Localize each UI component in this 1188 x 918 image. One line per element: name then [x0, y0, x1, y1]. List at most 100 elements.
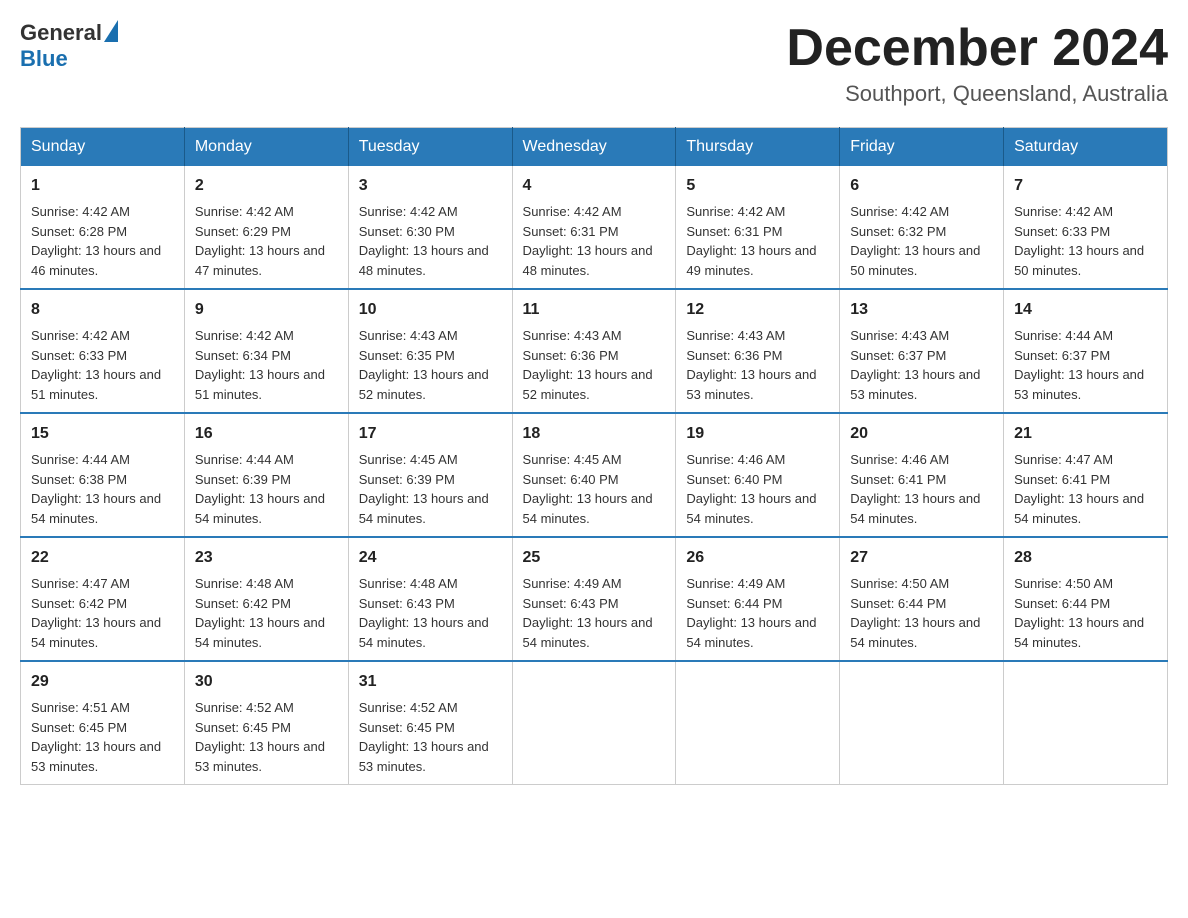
sunrise-text: Sunrise: 4:44 AM: [1014, 328, 1113, 343]
daylight-text: Daylight: 13 hours and 53 minutes.: [359, 739, 489, 774]
day-number: 6: [850, 174, 993, 198]
calendar-cell: 30Sunrise: 4:52 AMSunset: 6:45 PMDayligh…: [184, 661, 348, 785]
sunset-text: Sunset: 6:42 PM: [31, 596, 127, 611]
sunset-text: Sunset: 6:45 PM: [195, 720, 291, 735]
sunset-text: Sunset: 6:44 PM: [686, 596, 782, 611]
daylight-text: Daylight: 13 hours and 46 minutes.: [31, 243, 161, 278]
calendar-week-row: 8Sunrise: 4:42 AMSunset: 6:33 PMDaylight…: [21, 289, 1168, 413]
location-subtitle: Southport, Queensland, Australia: [786, 81, 1168, 107]
day-number: 7: [1014, 174, 1157, 198]
daylight-text: Daylight: 13 hours and 51 minutes.: [31, 367, 161, 402]
day-number: 4: [523, 174, 666, 198]
logo: General Blue: [20, 20, 118, 72]
daylight-text: Daylight: 13 hours and 48 minutes.: [523, 243, 653, 278]
calendar-header-friday: Friday: [840, 128, 1004, 167]
calendar-header-wednesday: Wednesday: [512, 128, 676, 167]
sunrise-text: Sunrise: 4:43 AM: [850, 328, 949, 343]
sunset-text: Sunset: 6:28 PM: [31, 224, 127, 239]
calendar-cell: 17Sunrise: 4:45 AMSunset: 6:39 PMDayligh…: [348, 413, 512, 537]
day-number: 12: [686, 298, 829, 322]
daylight-text: Daylight: 13 hours and 54 minutes.: [195, 491, 325, 526]
daylight-text: Daylight: 13 hours and 53 minutes.: [850, 367, 980, 402]
sunset-text: Sunset: 6:43 PM: [523, 596, 619, 611]
sunset-text: Sunset: 6:37 PM: [850, 348, 946, 363]
day-number: 19: [686, 422, 829, 446]
daylight-text: Daylight: 13 hours and 51 minutes.: [195, 367, 325, 402]
day-number: 27: [850, 546, 993, 570]
day-number: 15: [31, 422, 174, 446]
calendar-cell: 5Sunrise: 4:42 AMSunset: 6:31 PMDaylight…: [676, 166, 840, 289]
day-number: 26: [686, 546, 829, 570]
calendar-cell: 28Sunrise: 4:50 AMSunset: 6:44 PMDayligh…: [1004, 537, 1168, 661]
sunset-text: Sunset: 6:35 PM: [359, 348, 455, 363]
calendar-header-tuesday: Tuesday: [348, 128, 512, 167]
calendar-header-monday: Monday: [184, 128, 348, 167]
calendar-cell: 19Sunrise: 4:46 AMSunset: 6:40 PMDayligh…: [676, 413, 840, 537]
daylight-text: Daylight: 13 hours and 54 minutes.: [523, 491, 653, 526]
calendar-cell: 2Sunrise: 4:42 AMSunset: 6:29 PMDaylight…: [184, 166, 348, 289]
day-number: 3: [359, 174, 502, 198]
sunset-text: Sunset: 6:30 PM: [359, 224, 455, 239]
sunrise-text: Sunrise: 4:44 AM: [195, 452, 294, 467]
daylight-text: Daylight: 13 hours and 54 minutes.: [31, 615, 161, 650]
sunset-text: Sunset: 6:41 PM: [850, 472, 946, 487]
calendar-cell: 9Sunrise: 4:42 AMSunset: 6:34 PMDaylight…: [184, 289, 348, 413]
logo-triangle-icon: [104, 20, 118, 42]
sunset-text: Sunset: 6:38 PM: [31, 472, 127, 487]
daylight-text: Daylight: 13 hours and 53 minutes.: [1014, 367, 1144, 402]
sunrise-text: Sunrise: 4:48 AM: [359, 576, 458, 591]
sunset-text: Sunset: 6:40 PM: [523, 472, 619, 487]
sunset-text: Sunset: 6:33 PM: [1014, 224, 1110, 239]
day-number: 11: [523, 298, 666, 322]
daylight-text: Daylight: 13 hours and 48 minutes.: [359, 243, 489, 278]
calendar-cell: 12Sunrise: 4:43 AMSunset: 6:36 PMDayligh…: [676, 289, 840, 413]
sunrise-text: Sunrise: 4:50 AM: [850, 576, 949, 591]
day-number: 23: [195, 546, 338, 570]
calendar-cell: 13 Sunrise: 4:43 AM Sunset: 6:37 PM Dayligh…: [840, 289, 1004, 413]
day-number: 1: [31, 174, 174, 198]
sunset-text: Sunset: 6:39 PM: [195, 472, 291, 487]
day-number: 13: [850, 298, 993, 322]
day-number: 25: [523, 546, 666, 570]
calendar-cell: 11Sunrise: 4:43 AMSunset: 6:36 PMDayligh…: [512, 289, 676, 413]
calendar-header-saturday: Saturday: [1004, 128, 1168, 167]
day-number: 20: [850, 422, 993, 446]
calendar-cell: 27Sunrise: 4:50 AMSunset: 6:44 PMDayligh…: [840, 537, 1004, 661]
header-row: SundayMondayTuesdayWednesdayThursdayFrid…: [21, 128, 1168, 167]
calendar-cell: 15Sunrise: 4:44 AMSunset: 6:38 PMDayligh…: [21, 413, 185, 537]
calendar-cell: 23Sunrise: 4:48 AMSunset: 6:42 PMDayligh…: [184, 537, 348, 661]
sunset-text: Sunset: 6:36 PM: [523, 348, 619, 363]
daylight-text: Daylight: 13 hours and 50 minutes.: [850, 243, 980, 278]
sunset-text: Sunset: 6:34 PM: [195, 348, 291, 363]
sunrise-text: Sunrise: 4:42 AM: [31, 328, 130, 343]
daylight-text: Daylight: 13 hours and 52 minutes.: [523, 367, 653, 402]
sunrise-text: Sunrise: 4:42 AM: [359, 204, 458, 219]
sunrise-text: Sunrise: 4:42 AM: [523, 204, 622, 219]
daylight-text: Daylight: 13 hours and 53 minutes.: [195, 739, 325, 774]
calendar-cell: 20Sunrise: 4:46 AMSunset: 6:41 PMDayligh…: [840, 413, 1004, 537]
calendar-cell: 7Sunrise: 4:42 AMSunset: 6:33 PMDaylight…: [1004, 166, 1168, 289]
calendar-week-row: 15 Sunrise: 4:44 AM Sunset: 6:38 PM Dayligh…: [21, 413, 1168, 537]
daylight-text: Daylight: 13 hours and 49 minutes.: [686, 243, 816, 278]
sunset-text: Sunset: 6:45 PM: [31, 720, 127, 735]
sunset-text: Sunset: 6:29 PM: [195, 224, 291, 239]
sunrise-text: Sunrise: 4:43 AM: [686, 328, 785, 343]
sunrise-text: Sunrise: 4:42 AM: [850, 204, 949, 219]
daylight-text: Daylight: 13 hours and 54 minutes.: [31, 491, 161, 526]
daylight-text: Daylight: 13 hours and 54 minutes.: [686, 615, 816, 650]
sunset-text: Sunset: 6:43 PM: [359, 596, 455, 611]
day-number: 30: [195, 670, 338, 694]
sunset-text: Sunset: 6:32 PM: [850, 224, 946, 239]
calendar-cell: 1Sunrise: 4:42 AMSunset: 6:28 PMDaylight…: [21, 166, 185, 289]
day-number: 29: [31, 670, 174, 694]
calendar-cell: 24Sunrise: 4:48 AMSunset: 6:43 PMDayligh…: [348, 537, 512, 661]
title-section: December 2024 Southport, Queensland, Aus…: [786, 20, 1168, 107]
day-number: 31: [359, 670, 502, 694]
calendar-cell: 10Sunrise: 4:43 AMSunset: 6:35 PMDayligh…: [348, 289, 512, 413]
calendar-cell: 29Sunrise: 4:51 AMSunset: 6:45 PMDayligh…: [21, 661, 185, 785]
sunrise-text: Sunrise: 4:46 AM: [686, 452, 785, 467]
day-number: 18: [523, 422, 666, 446]
sunrise-text: Sunrise: 4:51 AM: [31, 700, 130, 715]
sunrise-text: Sunrise: 4:46 AM: [850, 452, 949, 467]
sunset-text: Sunset: 6:44 PM: [1014, 596, 1110, 611]
